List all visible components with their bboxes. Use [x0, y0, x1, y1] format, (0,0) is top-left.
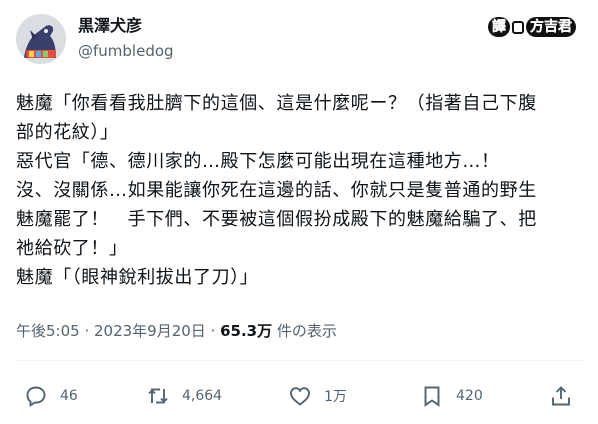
tweet-timestamp[interactable]: 午後5:05 · 2023年9月20日 — [16, 322, 206, 340]
translator-watermark: 譯 方吉君 — [488, 17, 576, 37]
translator-badge-left: 譯 — [488, 17, 510, 37]
action-bar: 46 4,664 1万 420 — [16, 380, 582, 412]
author-display-name[interactable]: 黒澤犬彦 — [78, 15, 174, 37]
views-label: 件の表示 — [272, 322, 337, 340]
translator-badge-right: 方吉君 — [526, 17, 576, 37]
tweet-text-line: 部的花紋）」 — [16, 122, 119, 143]
views-count: 65.3万 — [220, 322, 273, 340]
tweet-meta: 午後5:05 · 2023年9月20日 · 65.3万 件の表示 — [16, 321, 337, 341]
meta-separator: · — [205, 322, 221, 340]
reply-count: 46 — [60, 388, 78, 404]
tweet-text-line: 祂給砍了！」 — [16, 238, 128, 259]
bookmark-button[interactable]: 420 — [420, 380, 483, 412]
divider — [16, 360, 582, 361]
tweet-text: 魅魔「你看看我肚臍下的這個、這是什麼呢ー？（指著自己下腹 部的花紋）」 惡代官「… — [16, 89, 582, 292]
avatar-image — [16, 14, 66, 64]
repost-count: 4,664 — [182, 388, 223, 404]
reply-icon — [26, 386, 46, 408]
author-handle[interactable]: @fumbledog — [78, 40, 174, 62]
tweet-card: 黒澤犬彦 @fumbledog 譯 方吉君 魅魔「你看看我肚臍下的這個、這是什麼… — [0, 0, 598, 424]
bookmark-count: 420 — [456, 388, 483, 404]
tweet-text-line: 惡代官「德、德川家的…殿下怎麼可能出現在這種地方…！ — [16, 151, 500, 172]
repost-icon — [148, 388, 168, 404]
like-count: 1万 — [324, 389, 347, 405]
avatar[interactable] — [16, 14, 66, 64]
bookmark-icon — [424, 386, 440, 407]
share-icon — [552, 386, 570, 406]
share-button[interactable] — [549, 380, 573, 412]
heart-icon — [290, 387, 310, 406]
tweet-text-line: 沒、沒關係…如果能讓你死在這邊的話、你就只是隻普通的野生 — [16, 180, 537, 201]
like-button[interactable]: 1万 — [288, 380, 347, 412]
author-block: 黒澤犬彦 @fumbledog — [78, 15, 174, 62]
translator-badge-separator — [512, 20, 524, 34]
repost-button[interactable]: 4,664 — [146, 380, 222, 412]
reply-button[interactable]: 46 — [24, 380, 78, 412]
tweet-text-line: 魅魔「（眼神銳利拔出了刀）」 — [16, 267, 259, 288]
tweet-text-line: 魅魔罷了！ 手下們、不要被這個假扮成殿下的魅魔給騙了、把 — [16, 209, 537, 230]
tweet-text-line: 魅魔「你看看我肚臍下的這個、這是什麼呢ー？（指著自己下腹 — [16, 93, 537, 114]
